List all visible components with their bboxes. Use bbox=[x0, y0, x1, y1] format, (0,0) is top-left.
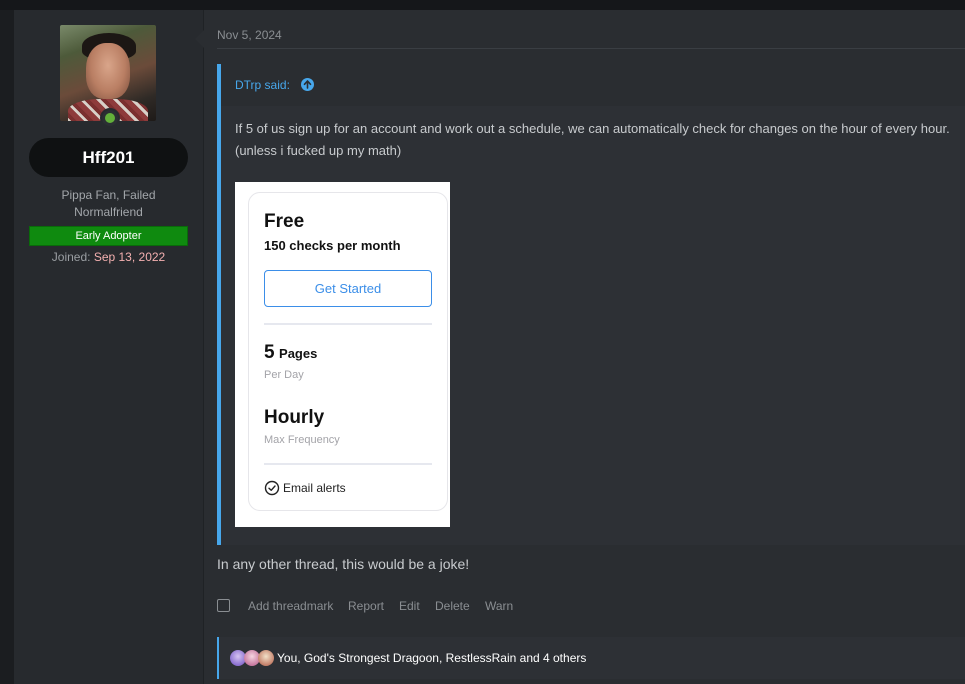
plan-name: Free bbox=[264, 211, 305, 232]
user-title-line1: Pippa Fan, Failed bbox=[61, 188, 156, 202]
online-status-icon bbox=[100, 108, 120, 128]
quote-line2: (unless i fucked up my math) bbox=[235, 143, 402, 158]
reaction-icons[interactable] bbox=[230, 650, 276, 666]
date-separator bbox=[217, 48, 965, 49]
avatar-face bbox=[86, 43, 130, 99]
quoted-image[interactable]: Free 150 checks per month Get Started 5 … bbox=[235, 182, 450, 527]
pages-feature: 5 Pages bbox=[264, 342, 317, 364]
post-message: In any other thread, this would be a jok… bbox=[217, 556, 470, 572]
get-started-button: Get Started bbox=[264, 270, 432, 307]
quote-block: DTrp said: If 5 of us sign up for an acc… bbox=[217, 64, 965, 545]
edit-link[interactable]: Edit bbox=[399, 599, 420, 613]
user-title-line2: Normalfriend bbox=[74, 205, 143, 219]
plan-checks: 150 checks per month bbox=[264, 238, 401, 253]
reaction-avatar-icon bbox=[258, 650, 274, 666]
card-divider-top bbox=[264, 323, 432, 325]
report-link[interactable]: Report bbox=[348, 599, 384, 613]
hourly-feature: Hourly bbox=[264, 407, 325, 428]
add-threadmark-link[interactable]: Add threadmark bbox=[248, 599, 333, 613]
warn-link[interactable]: Warn bbox=[485, 599, 513, 613]
reactions-list-link[interactable]: You, God's Strongest Dragoon, RestlessRa… bbox=[277, 651, 586, 665]
max-frequency-label: Max Frequency bbox=[264, 434, 340, 446]
quote-line1: If 5 of us sign up for an account and wo… bbox=[235, 121, 950, 136]
pricing-card: Free 150 checks per month Get Started 5 … bbox=[248, 192, 448, 511]
post-date[interactable]: Nov 5, 2024 bbox=[217, 28, 282, 42]
avatar[interactable] bbox=[60, 25, 156, 121]
reactions-bar: You, God's Strongest Dragoon, RestlessRa… bbox=[217, 637, 965, 679]
email-alerts-label: Email alerts bbox=[283, 481, 346, 495]
joined-info: Joined: Sep 13, 2022 bbox=[29, 250, 188, 264]
card-divider-bottom bbox=[264, 463, 432, 465]
delete-link[interactable]: Delete bbox=[435, 599, 470, 613]
pages-unit: Pages bbox=[279, 346, 318, 361]
per-day-label: Per Day bbox=[264, 369, 304, 381]
quote-author-link[interactable]: DTrp said: bbox=[235, 78, 290, 92]
joined-label: Joined: bbox=[51, 250, 91, 264]
select-post-checkbox[interactable] bbox=[217, 599, 230, 612]
joined-date: Sep 13, 2022 bbox=[93, 250, 166, 264]
username[interactable]: Hff201 bbox=[29, 138, 188, 177]
left-gutter bbox=[0, 10, 14, 684]
top-bar bbox=[0, 0, 965, 10]
user-banner: Early Adopter bbox=[29, 226, 188, 246]
check-circle-icon bbox=[264, 480, 280, 496]
quote-text: If 5 of us sign up for an account and wo… bbox=[235, 118, 960, 162]
user-title: Pippa Fan, Failed Normalfriend bbox=[29, 187, 188, 221]
post-arrow bbox=[195, 30, 204, 48]
arrow-up-circle-icon[interactable] bbox=[301, 78, 314, 91]
pages-number: 5 bbox=[264, 342, 275, 363]
quote-header: DTrp said: bbox=[221, 64, 965, 106]
